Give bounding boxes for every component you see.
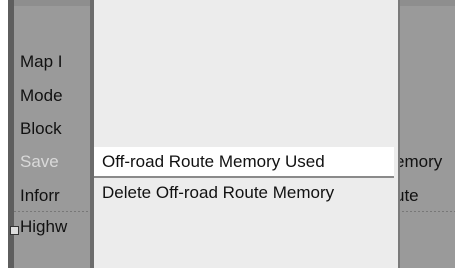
menu-item-block[interactable]: Block [20, 119, 62, 139]
highway-checkbox-icon[interactable] [10, 226, 19, 235]
menu-item-save-tail: emory [395, 152, 443, 171]
menu-item-map[interactable]: Map I [20, 52, 63, 72]
submenu-popup: Off-road Route Memory Used Delete Off-ro… [90, 0, 400, 268]
off-road-route-memory-used-option[interactable]: Off-road Route Memory Used [94, 147, 394, 177]
menu-item-highway[interactable]: Highw [20, 217, 67, 237]
menu-item-mode[interactable]: Mode [20, 86, 63, 106]
menu-item-information[interactable]: Inforr [20, 186, 60, 206]
delete-off-road-route-memory-option[interactable]: Delete Off-road Route Memory [94, 178, 394, 208]
navigation-screen: Map I Mode Block Save Inforr Highw emory… [8, 0, 455, 268]
menu-item-save[interactable]: Save [20, 152, 59, 172]
